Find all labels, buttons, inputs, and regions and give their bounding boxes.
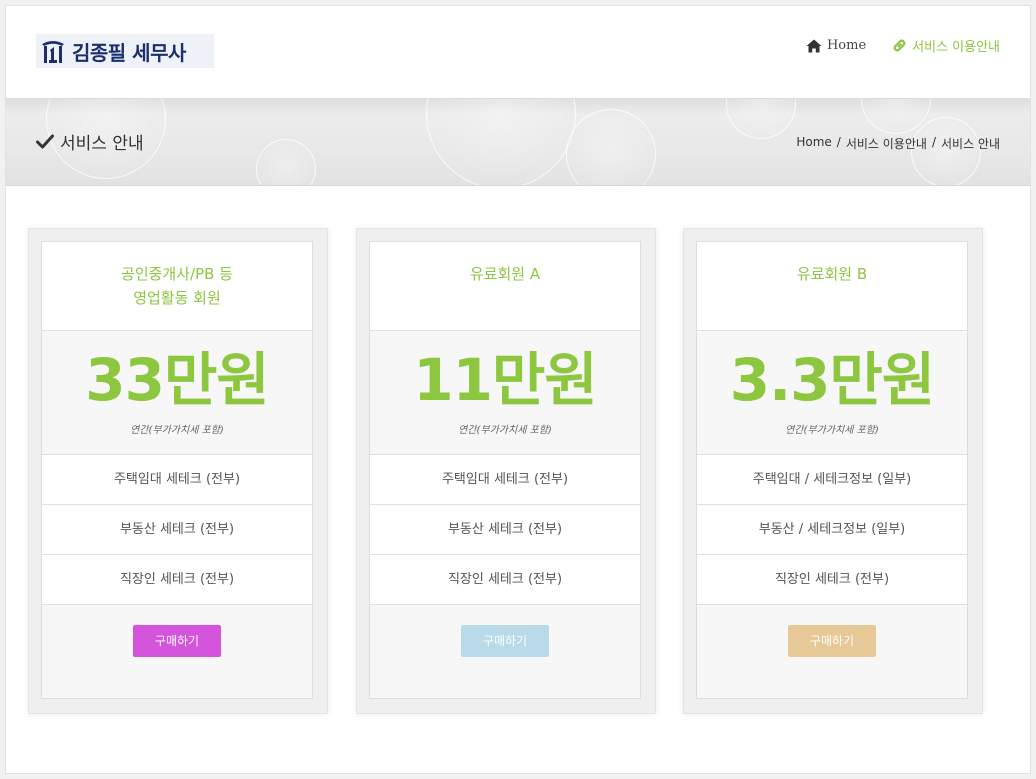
plan-price-note: 연간(부가가치세 포함): [785, 425, 879, 436]
page-title: 서비스 안내: [36, 129, 144, 154]
plan-title: 유료회원 B: [697, 242, 967, 331]
plan-price-box: 3.3만원 연간(부가가치세 포함): [697, 331, 967, 455]
banner-bokeh-decoration: [256, 139, 316, 185]
breadcrumb-separator: /: [931, 135, 936, 149]
pricing-card: 유료회원 A 11만원 연간(부가가치세 포함) 주택임대 세테크 (전부) 부…: [369, 241, 641, 699]
plan-title-line: 유료회원 B: [796, 265, 868, 283]
buy-button[interactable]: 구매하기: [133, 625, 221, 657]
site-header: 김종필 세무사 Home 서비스 이용안내: [6, 6, 1030, 99]
plan-footer: 구매하기: [42, 605, 312, 698]
banner-bokeh-decoration: [566, 109, 656, 185]
site-logo[interactable]: 김종필 세무사: [36, 34, 214, 68]
plan-title-line: 공인중개사/PB 등: [121, 265, 233, 283]
main-nav: Home 서비스 이용안내: [780, 36, 1000, 55]
breadcrumb-separator: /: [836, 135, 841, 149]
breadcrumb: Home / 서비스 이용안내 / 서비스 안내: [796, 135, 1000, 152]
breadcrumb-service-info[interactable]: 서비스 이용안내: [846, 135, 927, 152]
nav-home[interactable]: Home: [806, 38, 866, 53]
banner-bokeh-decoration: [726, 99, 796, 139]
plan-feature: 직장인 세테크 (전부): [697, 555, 967, 605]
plan-title: 공인중개사/PB 등 영업활동 회원: [42, 242, 312, 331]
plan-price-box: 33만원 연간(부가가치세 포함): [42, 331, 312, 455]
plan-footer: 구매하기: [697, 605, 967, 698]
nav-service-info[interactable]: 서비스 이용안내: [892, 36, 1000, 55]
breadcrumb-home[interactable]: Home: [796, 135, 831, 152]
plan-price: 33만원: [85, 346, 269, 414]
plan-feature: 주택임대 / 세테크정보 (일부): [697, 455, 967, 505]
link-icon: [893, 39, 906, 52]
pricing-card-outer: 공인중개사/PB 등 영업활동 회원 33만원 연간(부가가치세 포함) 주택임…: [28, 228, 328, 714]
logo-emblem-icon: [40, 37, 66, 65]
buy-button[interactable]: 구매하기: [788, 625, 876, 657]
plan-feature: 직장인 세테크 (전부): [370, 555, 640, 605]
plan-feature: 부동산 세테크 (전부): [42, 505, 312, 555]
plan-feature: 주택임대 세테크 (전부): [370, 455, 640, 505]
check-icon: [36, 134, 54, 149]
pricing-card-outer: 유료회원 A 11만원 연간(부가가치세 포함) 주택임대 세테크 (전부) 부…: [356, 228, 656, 714]
plan-title: 유료회원 A: [370, 242, 640, 331]
banner-bokeh-decoration: [426, 99, 576, 185]
plan-price-note: 연간(부가가치세 포함): [458, 425, 552, 436]
plan-price: 11만원: [413, 346, 597, 414]
nav-service-info-label: 서비스 이용안내: [912, 40, 1000, 55]
plan-price: 3.3만원: [729, 346, 935, 414]
plan-feature: 부동산 / 세테크정보 (일부): [697, 505, 967, 555]
pricing-card: 유료회원 B 3.3만원 연간(부가가치세 포함) 주택임대 / 세테크정보 (…: [696, 241, 968, 699]
plan-title-line: 영업활동 회원: [133, 289, 221, 307]
plan-title-line: 유료회원 A: [469, 265, 541, 283]
plan-feature: 주택임대 세테크 (전부): [42, 455, 312, 505]
pricing-card-outer: 유료회원 B 3.3만원 연간(부가가치세 포함) 주택임대 / 세테크정보 (…: [683, 228, 983, 714]
home-icon: [806, 39, 822, 52]
buy-button[interactable]: 구매하기: [461, 625, 549, 657]
page-title-banner: 서비스 안내 Home / 서비스 이용안내 / 서비스 안내: [6, 99, 1030, 186]
page-frame: 김종필 세무사 Home 서비스 이용안내 서비스 안내 Home / 서비스 …: [5, 5, 1031, 774]
plan-footer: 구매하기: [370, 605, 640, 698]
nav-home-label: Home: [826, 38, 867, 53]
plan-feature: 부동산 세테크 (전부): [370, 505, 640, 555]
plan-price-box: 11만원 연간(부가가치세 포함): [370, 331, 640, 455]
page-title-text: 서비스 안내: [60, 134, 144, 154]
plan-feature: 직장인 세테크 (전부): [42, 555, 312, 605]
plan-price-note: 연간(부가가치세 포함): [130, 425, 224, 436]
breadcrumb-current: 서비스 안내: [940, 137, 1000, 151]
logo-text: 김종필 세무사: [72, 40, 186, 65]
pricing-card: 공인중개사/PB 등 영업활동 회원 33만원 연간(부가가치세 포함) 주택임…: [41, 241, 313, 699]
